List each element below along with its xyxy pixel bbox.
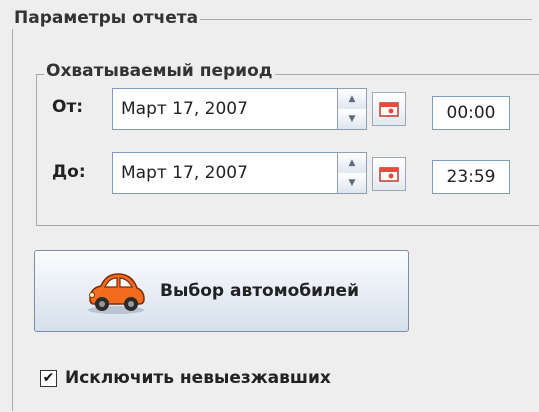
calendar-icon [379,102,399,117]
select-vehicles-button[interactable]: Выбор автомобилей [34,250,409,332]
exclude-inactive-label: Исключить невыезжавших [65,368,331,388]
to-spinner-up-button[interactable]: ▲ [338,153,366,174]
from-label: От: [52,97,84,117]
to-date-spinner: ▲ ▼ [337,152,367,194]
to-label: До: [52,162,86,182]
triangle-up-icon: ▲ [348,158,356,168]
from-spinner-up-button[interactable]: ▲ [338,89,366,110]
calendar-icon [379,167,399,182]
checkmark-icon: ✔ [42,370,55,386]
car-icon [88,273,145,314]
to-date-field[interactable]: Март 17, 2007 [112,152,338,194]
from-calendar-button[interactable] [372,92,406,126]
to-calendar-button[interactable] [372,157,406,191]
period-title: Охватываемый период [44,60,275,82]
exclude-inactive-row[interactable]: ✔ Исключить невыезжавших [40,368,331,388]
report-params-title: Параметры отчета [12,7,201,29]
select-vehicles-label: Выбор автомобилей [160,281,359,301]
from-date-field[interactable]: Март 17, 2007 [112,88,338,130]
from-spinner-down-button[interactable]: ▼ [338,109,366,129]
from-time-field[interactable]: 00:00 [432,96,510,130]
triangle-down-icon: ▼ [348,114,356,124]
from-date-spinner: ▲ ▼ [337,88,367,130]
exclude-inactive-checkbox[interactable]: ✔ [40,369,57,387]
to-time-field[interactable]: 23:59 [432,160,510,194]
to-spinner-down-button[interactable]: ▼ [338,173,366,193]
triangle-down-icon: ▼ [348,178,356,188]
triangle-up-icon: ▲ [348,94,356,104]
